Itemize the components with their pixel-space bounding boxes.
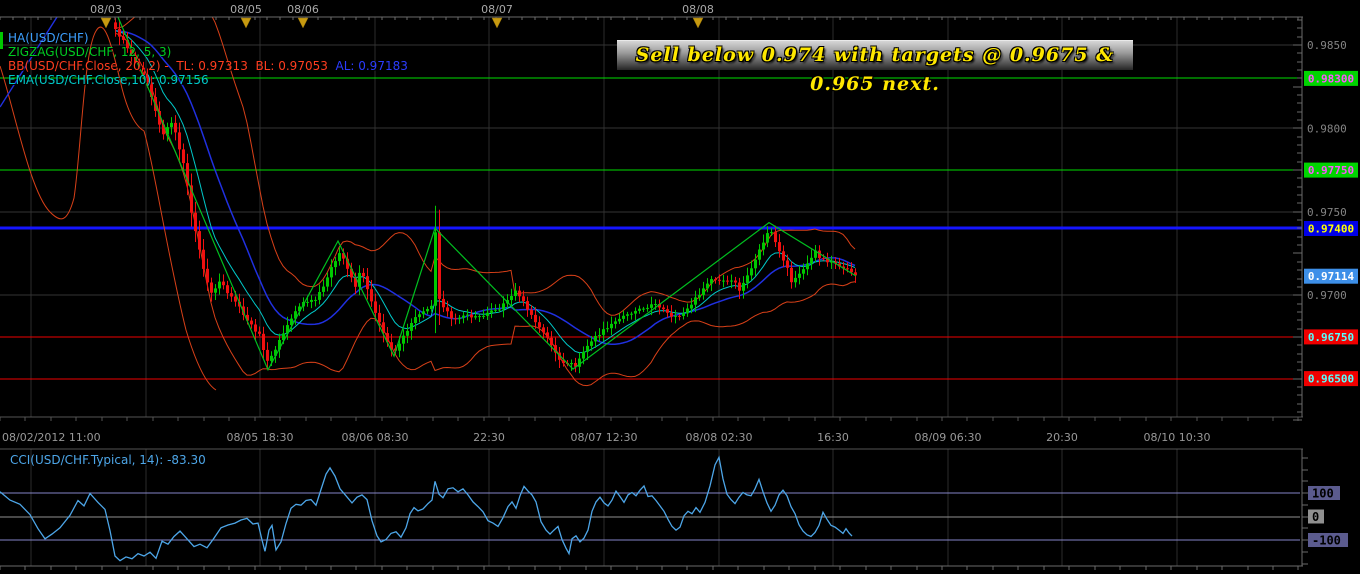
svg-text:0.9800: 0.9800 [1307,122,1347,135]
legend-bollinger-avg: AL: 0.97183 [335,59,408,73]
top-axis: 08/03 08/05 08/06 08/07 08/08 [0,3,1303,29]
svg-text:0.9850: 0.9850 [1307,39,1347,52]
svg-text:08/07 12:30: 08/07 12:30 [571,431,638,444]
svg-text:0.9750: 0.9750 [1307,206,1347,219]
legend-zigzag: ZIGZAG(USD/CHF, 12, 5, 3) [8,45,172,59]
svg-text:08/09 06:30: 08/09 06:30 [915,431,982,444]
legend-bollinger-values: BB(USD/CHF.Close, 20, 2) - TL: 0.97313 B… [8,59,336,73]
session-marker-icon [692,17,704,29]
svg-text:08/08 02:30: 08/08 02:30 [686,431,753,444]
svg-text:0.97400: 0.97400 [1308,222,1354,235]
svg-text:08/06 08:30: 08/06 08:30 [342,431,409,444]
ema-line [114,30,856,354]
session-marker-icon [100,17,112,29]
svg-text:08/06: 08/06 [287,3,319,16]
svg-text:22:30: 22:30 [473,431,505,444]
svg-text:0.97750: 0.97750 [1308,164,1354,177]
trade-annotation: Sell below 0.974 with targets @ 0.9675 &… [617,40,1133,95]
session-marker-icon [240,17,252,29]
svg-text:-100: -100 [1312,534,1341,548]
svg-text:0.97114: 0.97114 [1308,270,1355,283]
svg-text:08/07: 08/07 [481,3,513,16]
session-marker-icon [297,17,309,29]
legend-ha: HA(USD/CHF) [8,31,89,45]
svg-text:08/05 18:30: 08/05 18:30 [227,431,294,444]
cci-line [0,455,853,562]
legend-ema: EMA(USD/CHF.Close,10): 0.97156 [8,73,209,87]
svg-text:08/08: 08/08 [682,3,714,16]
main-right-axis: 0.9850 0.9800 0.9750 0.9700 0.98300 0.97750 0.… [1293,17,1358,421]
svg-text:0.96500: 0.96500 [1308,373,1354,386]
legend-bollinger: BB(USD/CHF.Close, 20, 2) - TL: 0.97313 B… [8,59,408,73]
svg-text:08/05: 08/05 [230,3,262,16]
svg-text:0.98300: 0.98300 [1308,72,1354,85]
session-marker-icon [491,17,503,29]
svg-text:100: 100 [1312,487,1334,501]
svg-text:0.96750: 0.96750 [1308,331,1354,344]
cci-indicator-label: CCI(USD/CHF.Typical, 14): -83.30 [10,453,206,467]
cci-panel: 100 0 -100 [0,448,1348,570]
trading-chart-window: 08/03 08/05 08/06 08/07 08/08 08/02/2012 11:0… [0,0,1360,574]
svg-text:08/02/2012 11:00: 08/02/2012 11:00 [2,431,101,444]
svg-text:08/10 10:30: 08/10 10:30 [1144,431,1211,444]
svg-text:20:30: 20:30 [1046,431,1078,444]
svg-text:0: 0 [1312,510,1319,524]
main-bottom-axis: 08/02/2012 11:00 08/05 18:30 08/06 08:30 22… [0,416,1303,444]
svg-text:08/03: 08/03 [90,3,122,16]
svg-text:0.9700: 0.9700 [1307,289,1347,302]
svg-text:16:30: 16:30 [817,431,849,444]
